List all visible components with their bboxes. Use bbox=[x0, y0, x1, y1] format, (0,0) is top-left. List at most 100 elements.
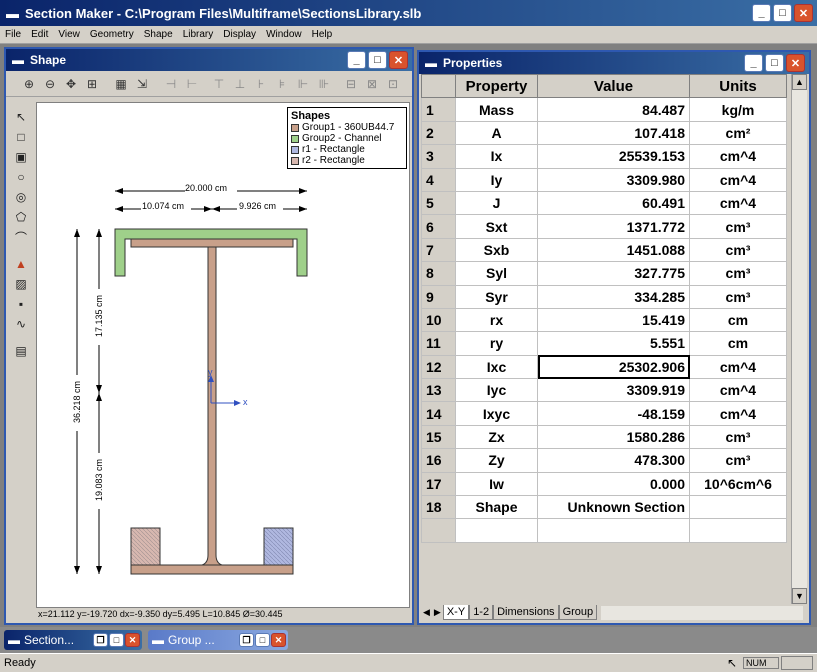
circle-tool-icon[interactable]: ○ bbox=[12, 168, 30, 186]
property-cell[interactable]: Ix bbox=[455, 144, 538, 169]
table-row[interactable]: 8 Syl 327.775 cm³ bbox=[421, 261, 787, 286]
task-group-restore-icon[interactable]: ❐ bbox=[239, 633, 254, 647]
table-row[interactable]: 15 Zx 1580.286 cm³ bbox=[421, 424, 787, 450]
table-row[interactable]: 1 Mass 84.487 kg/m bbox=[421, 97, 787, 122]
value-cell[interactable]: 327.775 bbox=[537, 261, 690, 286]
shape-maximize-button[interactable]: □ bbox=[368, 51, 387, 69]
property-cell[interactable]: Sxb bbox=[455, 237, 538, 263]
value-cell[interactable]: 25302.906 bbox=[537, 354, 690, 380]
property-cell[interactable]: Zy bbox=[455, 448, 538, 473]
property-cell[interactable]: Mass bbox=[455, 97, 538, 122]
table-row[interactable]: 16 Zy 478.300 cm³ bbox=[421, 448, 787, 473]
tab-prev-icon[interactable]: ◀ bbox=[421, 605, 432, 620]
units-cell[interactable]: cm^4 bbox=[689, 401, 787, 426]
minimize-button[interactable]: _ bbox=[752, 4, 771, 22]
header-value[interactable]: Value bbox=[537, 74, 690, 99]
mirror-icon[interactable]: ⊩ bbox=[294, 75, 312, 93]
arc-tool-icon[interactable]: ⌒ bbox=[12, 228, 30, 246]
header-property[interactable]: Property bbox=[455, 74, 538, 99]
legend-item[interactable]: Group2 - Channel bbox=[291, 133, 403, 144]
menu-file[interactable]: File bbox=[0, 27, 26, 42]
units-cell[interactable]: cm^4 bbox=[689, 167, 787, 192]
units-cell[interactable]: kg/m bbox=[689, 97, 787, 122]
table-row[interactable]: 7 Sxb 1451.088 cm³ bbox=[421, 237, 787, 263]
task-section-close-icon[interactable]: ✕ bbox=[125, 633, 140, 647]
space-h-icon[interactable]: ⊟ bbox=[342, 75, 360, 93]
table-row[interactable]: 18 Shape Unknown Section bbox=[421, 495, 787, 520]
value-cell[interactable]: 1580.286 bbox=[537, 424, 690, 450]
units-cell[interactable]: cm³ bbox=[689, 284, 787, 309]
units-cell[interactable]: cm bbox=[689, 331, 787, 356]
menu-display[interactable]: Display bbox=[218, 27, 261, 42]
rotate-icon[interactable]: ⊪ bbox=[315, 75, 333, 93]
hollow-rectangle-tool-icon[interactable]: ▣ bbox=[12, 148, 30, 166]
value-cell[interactable]: 15.419 bbox=[537, 307, 690, 333]
legend-item[interactable]: Group1 - 360UB44.7 bbox=[291, 122, 403, 133]
pan-icon[interactable]: ✥ bbox=[62, 75, 80, 93]
property-cell[interactable]: Sxt bbox=[455, 214, 538, 239]
task-section-max-icon[interactable]: □ bbox=[109, 633, 124, 647]
hollow-circle-tool-icon[interactable]: ◎ bbox=[12, 188, 30, 206]
task-group-window[interactable]: ▬ Group ... ❐ □ ✕ bbox=[148, 630, 288, 650]
legend-item[interactable]: r1 - Rectangle bbox=[291, 144, 403, 155]
close-button[interactable]: ✕ bbox=[794, 4, 813, 22]
align-bottom-icon[interactable]: ⊦ bbox=[252, 75, 270, 93]
menu-help[interactable]: Help bbox=[307, 27, 338, 42]
distribute-icon[interactable]: ⊧ bbox=[273, 75, 291, 93]
units-cell[interactable]: cm² bbox=[689, 120, 787, 146]
property-cell[interactable]: Iy bbox=[455, 167, 538, 192]
units-cell[interactable]: cm bbox=[689, 307, 787, 333]
task-group-max-icon[interactable]: □ bbox=[255, 633, 270, 647]
tab-1-2[interactable]: 1-2 bbox=[469, 605, 494, 620]
tab-next-icon[interactable]: ▶ bbox=[432, 605, 443, 620]
task-section-restore-icon[interactable]: ❐ bbox=[93, 633, 108, 647]
zoom-extents-icon[interactable]: ⊞ bbox=[83, 75, 101, 93]
units-cell[interactable]: cm³ bbox=[689, 448, 787, 473]
align-center-icon[interactable]: ⊥ bbox=[231, 75, 249, 93]
units-cell[interactable]: cm^4 bbox=[689, 144, 787, 169]
properties-close-button[interactable]: ✕ bbox=[786, 54, 805, 72]
value-cell[interactable]: 334.285 bbox=[537, 284, 690, 309]
table-row[interactable]: 13 Iyc 3309.919 cm^4 bbox=[421, 378, 787, 403]
property-cell[interactable]: Ixc bbox=[455, 354, 538, 380]
image-tool-icon[interactable]: ▨ bbox=[12, 275, 30, 293]
menu-edit[interactable]: Edit bbox=[26, 27, 53, 42]
table-row[interactable]: 4 Iy 3309.980 cm^4 bbox=[421, 167, 787, 192]
scroll-down-icon[interactable]: ▼ bbox=[792, 588, 807, 604]
table-row[interactable]: 14 Ixyc -48.159 cm^4 bbox=[421, 401, 787, 426]
value-cell[interactable]: 3309.919 bbox=[537, 378, 690, 403]
value-cell[interactable]: 1371.772 bbox=[537, 214, 690, 239]
property-cell[interactable]: Iw bbox=[455, 471, 538, 497]
units-cell[interactable]: cm^4 bbox=[689, 190, 787, 216]
property-cell[interactable]: ry bbox=[455, 331, 538, 356]
value-cell[interactable]: 3309.980 bbox=[537, 167, 690, 192]
table-row[interactable]: 9 Syr 334.285 cm³ bbox=[421, 284, 787, 309]
property-cell[interactable]: Syr bbox=[455, 284, 538, 309]
tab-x-y[interactable]: X-Y bbox=[442, 605, 470, 620]
units-cell[interactable]: cm³ bbox=[689, 214, 787, 239]
property-cell[interactable]: A bbox=[455, 120, 538, 146]
units-cell[interactable]: cm³ bbox=[689, 424, 787, 450]
align-right-icon[interactable]: ⊢ bbox=[183, 75, 201, 93]
scroll-up-icon[interactable]: ▲ bbox=[792, 74, 807, 90]
header-units[interactable]: Units bbox=[689, 74, 787, 99]
table-row[interactable]: 6 Sxt 1371.772 cm³ bbox=[421, 214, 787, 239]
maximize-button[interactable]: □ bbox=[773, 4, 792, 22]
value-cell[interactable]: 0.000 bbox=[537, 471, 690, 497]
value-cell[interactable]: 107.418 bbox=[537, 120, 690, 146]
table-row[interactable]: 12 Ixc 25302.906 cm^4 bbox=[421, 354, 787, 380]
select-arrow-icon[interactable]: ↖ bbox=[12, 108, 30, 126]
units-cell[interactable]: cm^4 bbox=[689, 354, 787, 380]
value-cell[interactable]: -48.159 bbox=[537, 401, 690, 426]
align-top-icon[interactable]: ⊤ bbox=[210, 75, 228, 93]
tab-group[interactable]: Group bbox=[558, 605, 598, 620]
value-cell[interactable]: 1451.088 bbox=[537, 237, 690, 263]
units-cell[interactable] bbox=[689, 495, 787, 520]
table-row[interactable]: 2 A 107.418 cm² bbox=[421, 120, 787, 146]
units-cell[interactable]: cm³ bbox=[689, 237, 787, 263]
table-row[interactable]: 11 ry 5.551 cm bbox=[421, 331, 787, 356]
property-cell[interactable]: Ixyc bbox=[455, 401, 538, 426]
menu-view[interactable]: View bbox=[53, 27, 85, 42]
space-v-icon[interactable]: ⊠ bbox=[363, 75, 381, 93]
shape-minimize-button[interactable]: _ bbox=[347, 51, 366, 69]
